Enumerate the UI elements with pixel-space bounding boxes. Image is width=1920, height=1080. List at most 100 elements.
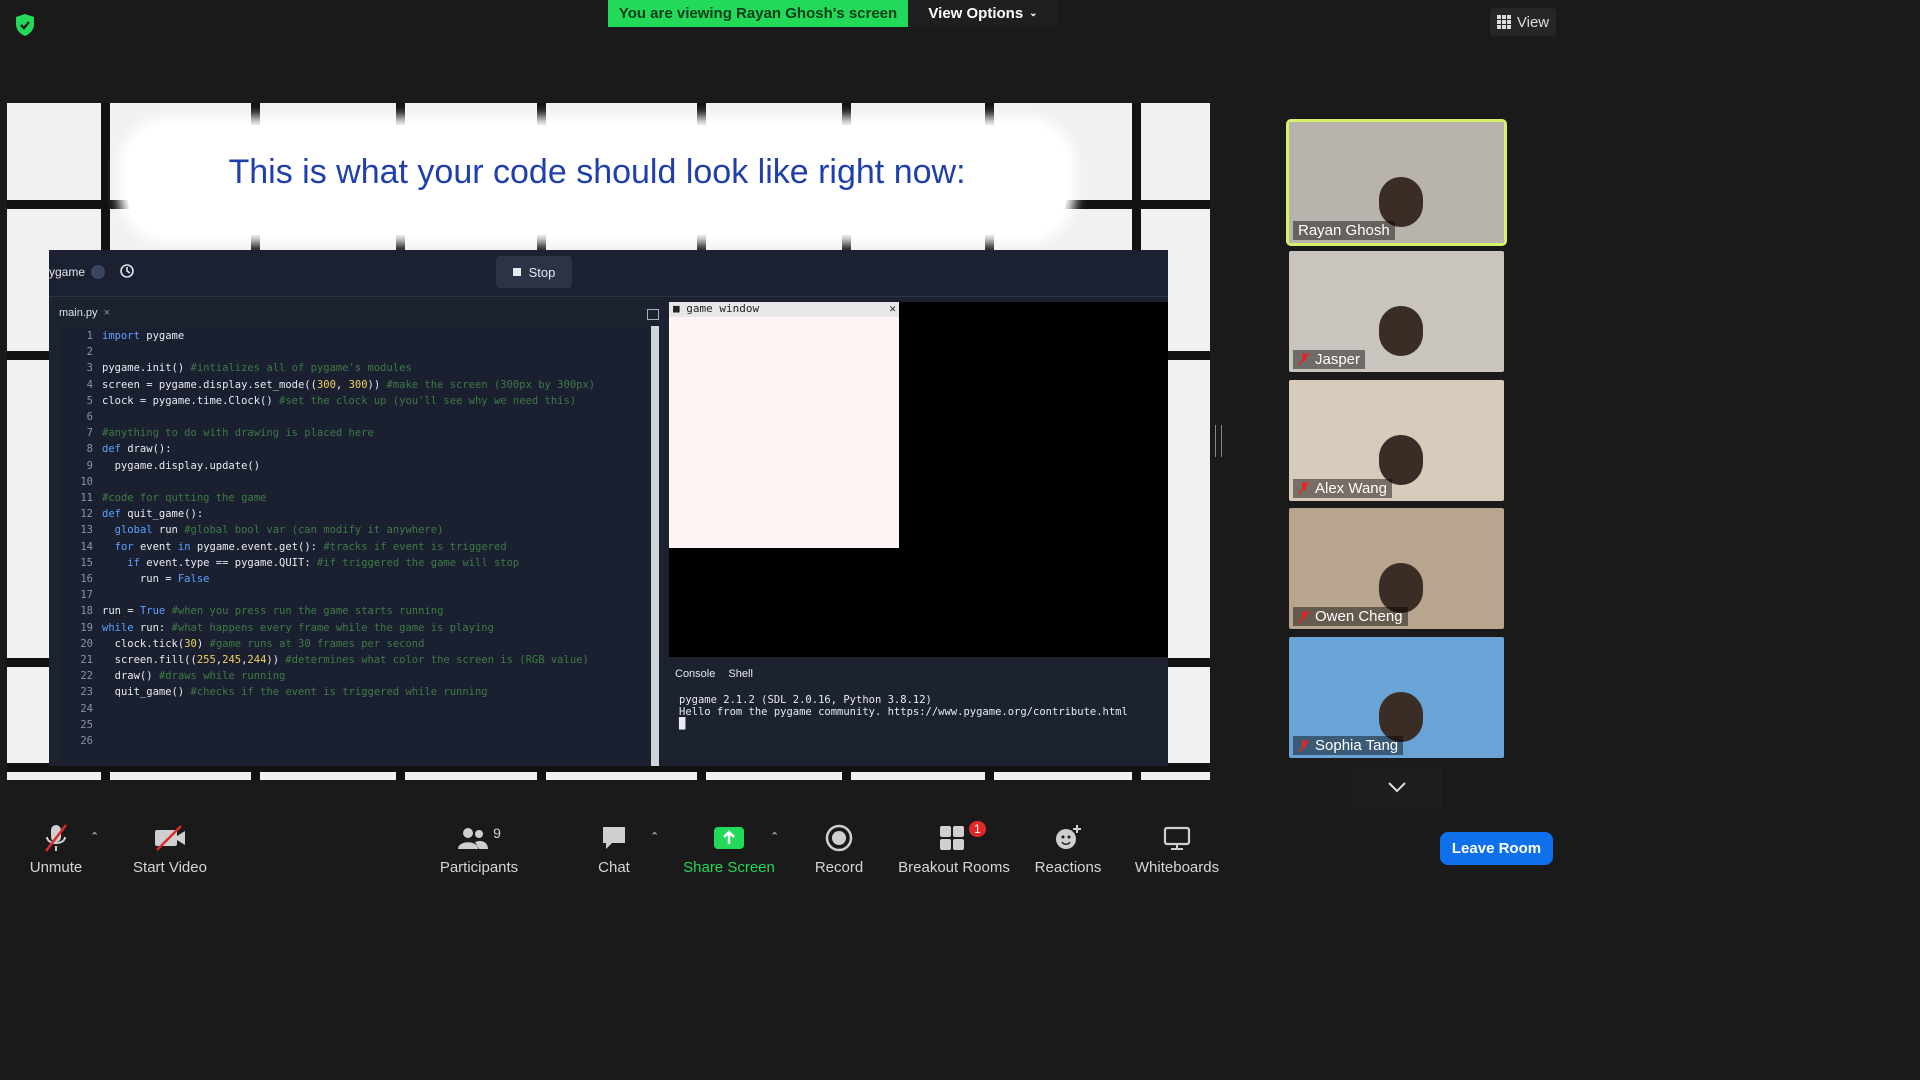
- line-number: 2: [86, 346, 93, 359]
- breakout-rooms-button[interactable]: 1 Breakout Rooms: [896, 808, 1012, 882]
- participant-video: [1379, 177, 1423, 227]
- participants-button[interactable]: 9 Participants: [434, 808, 524, 882]
- code-line: draw() #draws while running: [102, 670, 286, 683]
- scroll-down-button[interactable]: [1352, 767, 1442, 807]
- chevron-down-icon: ⌄: [1029, 8, 1038, 19]
- code-line: clock = pygame.time.Clock() #set the clo…: [102, 394, 577, 407]
- line-number: 4: [86, 378, 93, 391]
- participant-name: Owen Cheng: [1315, 608, 1403, 626]
- panel-resize-handle[interactable]: [1215, 425, 1222, 457]
- grid-icon: [1496, 15, 1511, 29]
- participant-video: [1379, 434, 1423, 485]
- project-name: ygame: [49, 265, 86, 279]
- stop-button[interactable]: Stop: [496, 256, 572, 288]
- game-window-title: game window: [686, 302, 760, 315]
- video-off-icon: [153, 821, 187, 855]
- code-editor[interactable]: 1 import pygame 2 3 pygame.init() #intialize…: [61, 326, 657, 766]
- line-number: 23: [80, 686, 93, 699]
- participant-tile[interactable]: Alex Wang: [1289, 379, 1504, 501]
- microphone-muted-icon: [1298, 481, 1310, 495]
- participant-tile[interactable]: Sophia Tang: [1289, 637, 1504, 759]
- record-icon: [825, 821, 853, 855]
- share-options-caret[interactable]: ⌃: [770, 830, 779, 843]
- chat-button[interactable]: Chat: [594, 808, 634, 882]
- tab-shell[interactable]: Shell: [728, 668, 752, 680]
- close-tab-icon[interactable]: ×: [104, 307, 110, 319]
- line-number: 8: [86, 443, 93, 456]
- participant-tile[interactable]: Jasper: [1289, 250, 1504, 372]
- share-screen-button[interactable]: Share Screen: [682, 808, 776, 882]
- participant-tile[interactable]: Owen Cheng: [1289, 508, 1504, 630]
- microphone-muted-icon: [1298, 610, 1310, 624]
- code-line: run = True #when you press run the game …: [102, 605, 444, 618]
- game-window[interactable]: [669, 302, 899, 548]
- code-line: if event.type == pygame.QUIT: #if trigge…: [127, 556, 520, 569]
- breakout-rooms-label: Breakout Rooms: [898, 859, 1010, 876]
- line-number: 3: [86, 362, 93, 375]
- code-line: def quit_game():: [102, 508, 204, 521]
- code-line: clock.tick(30) #game runs at 30 frames p…: [102, 637, 425, 650]
- whiteboards-button[interactable]: Whiteboards: [1130, 808, 1224, 882]
- view-options-label: View Options: [928, 5, 1024, 22]
- view-options-button[interactable]: View Options ⌄: [908, 0, 1058, 27]
- line-number: 24: [80, 702, 93, 715]
- tab-main-py[interactable]: main.py ×: [59, 307, 110, 319]
- game-window-titlebar[interactable]: ■ game window ✕: [669, 302, 899, 317]
- viewing-banner-text: You are viewing Rayan Ghosh's screen: [618, 5, 898, 22]
- line-number: 21: [80, 654, 93, 666]
- leave-room-button[interactable]: Leave Room: [1440, 832, 1553, 865]
- chevron-down-icon: [1388, 782, 1406, 793]
- code-line: screen.fill((255,245,244)) #determines w…: [102, 654, 589, 666]
- chat-icon: [600, 821, 628, 855]
- history-icon[interactable]: [119, 263, 135, 284]
- view-layout-button[interactable]: View: [1490, 8, 1556, 36]
- code-line: pygame.display.update(): [102, 459, 261, 472]
- code-line: screen = pygame.display.set_mode((300, 3…: [102, 378, 596, 391]
- unmute-button[interactable]: Unmute: [22, 808, 90, 882]
- participant-name: Rayan Ghosh: [1298, 222, 1390, 239]
- participant-tile[interactable]: Rayan Ghosh: [1286, 119, 1507, 246]
- participant-video: [1379, 305, 1423, 356]
- line-number: 13: [80, 524, 93, 537]
- microphone-muted-icon: [1298, 739, 1310, 753]
- record-button[interactable]: Record: [810, 808, 868, 882]
- code-line: def draw():: [102, 443, 172, 456]
- line-number: 5: [86, 394, 93, 407]
- line-number: 1: [86, 330, 93, 342]
- unmute-label: Unmute: [29, 859, 83, 876]
- line-number: 19: [80, 621, 93, 634]
- line-number: 7: [86, 427, 93, 440]
- line-number: 12: [80, 508, 93, 521]
- code-line: while run: #what happens every frame whi…: [102, 621, 494, 634]
- code-line: import pygame: [102, 330, 185, 342]
- participant-video: [1379, 563, 1423, 614]
- participant-name-tag: Alex Wang: [1293, 478, 1392, 498]
- tab-console[interactable]: Console: [675, 668, 715, 680]
- chat-options-caret[interactable]: ⌃: [650, 830, 659, 843]
- python-icon: [91, 265, 105, 279]
- code-line: quit_game() #checks if the event is trig…: [102, 686, 488, 699]
- line-number: 6: [86, 411, 93, 423]
- reactions-label: Reactions: [1034, 859, 1102, 876]
- console-output: pygame 2.1.2 (SDL 2.0.16, Python 3.8.12)…: [679, 694, 1128, 730]
- security-shield-icon[interactable]: [12, 12, 38, 38]
- record-label: Record: [814, 859, 864, 876]
- start-video-button[interactable]: Start Video: [126, 808, 214, 882]
- console-tabs: Console Shell: [675, 668, 753, 680]
- line-number: 20: [80, 637, 93, 650]
- line-number: 25: [80, 718, 93, 731]
- microphone-muted-icon: [1298, 352, 1310, 366]
- chat-label: Chat: [598, 859, 630, 876]
- window-close-icon[interactable]: ✕: [889, 302, 896, 315]
- console-panel: Console Shell pygame 2.1.2 (SDL 2.0.16, …: [669, 658, 1168, 766]
- editor-layout-icon[interactable]: [647, 309, 659, 320]
- participant-name-tag: Owen Cheng: [1293, 607, 1408, 627]
- reactions-button[interactable]: Reactions: [1032, 808, 1104, 882]
- slide-headline: This is what your code should look like …: [228, 153, 966, 191]
- editor-scrollbar[interactable]: [651, 326, 659, 766]
- line-number: 15: [80, 556, 93, 569]
- line-number: 17: [80, 589, 93, 602]
- line-number: 10: [80, 475, 93, 488]
- audio-options-caret[interactable]: ⌃: [90, 830, 99, 843]
- line-number: 22: [80, 670, 93, 683]
